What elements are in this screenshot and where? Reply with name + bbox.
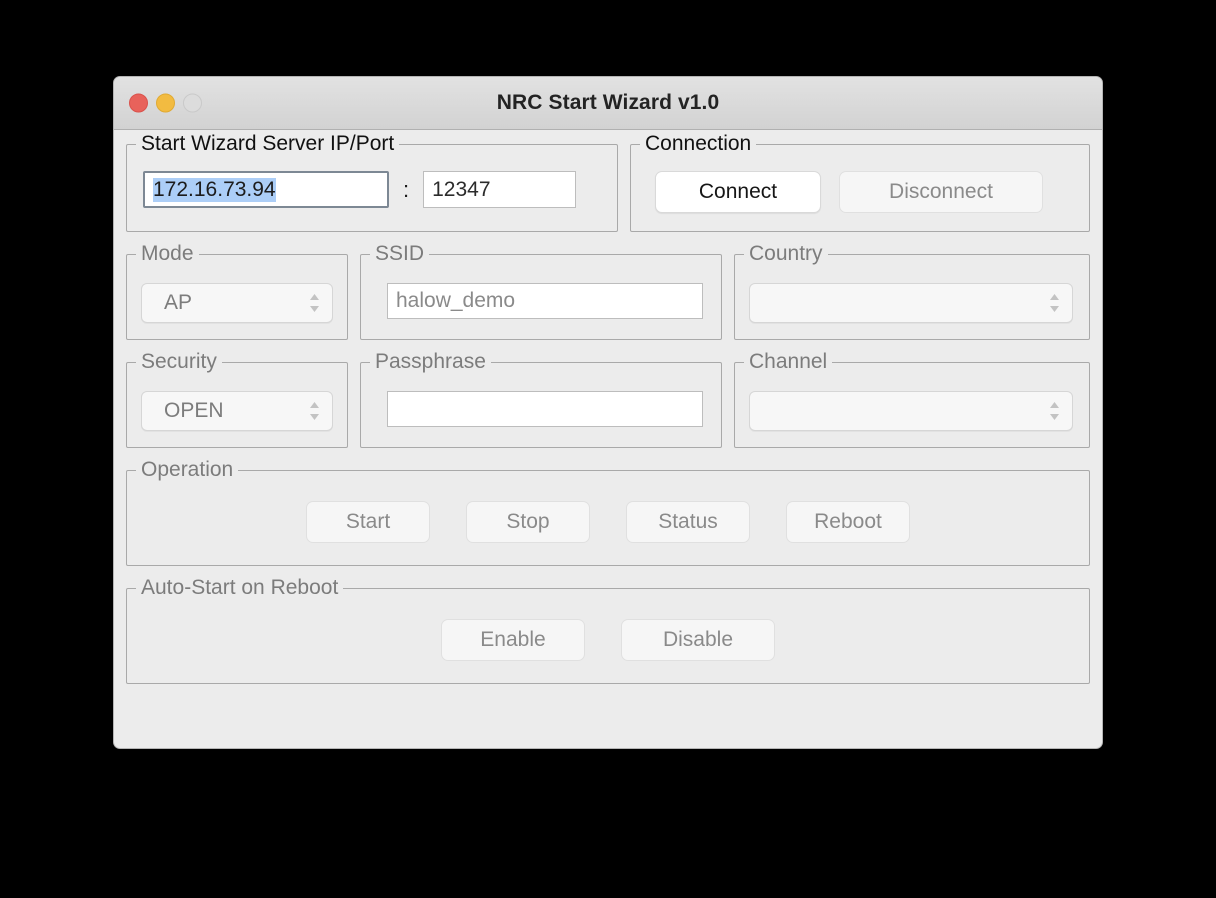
- chevron-updown-icon: [1050, 402, 1059, 420]
- mode-select-value: AP: [164, 291, 193, 314]
- app-window: NRC Start Wizard v1.0 Start Wizard Serve…: [113, 76, 1103, 749]
- server-group: Start Wizard Server IP/Port 172.16.73.94…: [126, 132, 618, 232]
- security-group-legend: Security: [136, 350, 222, 374]
- zoom-button: [183, 93, 202, 113]
- chevron-updown-icon: [1050, 294, 1059, 312]
- ssid-input-value: halow_demo: [396, 289, 516, 312]
- stop-button: Stop: [466, 501, 590, 543]
- operation-group: Operation Start Stop Status Reboot: [126, 458, 1090, 566]
- connect-button[interactable]: Connect: [655, 171, 821, 213]
- connection-group-legend: Connection: [640, 132, 757, 156]
- disable-button: Disable: [621, 619, 775, 661]
- ssid-group: SSID halow_demo: [360, 242, 722, 340]
- security-select: OPEN: [141, 391, 333, 431]
- mode-select: AP: [141, 283, 333, 323]
- passphrase-field: [361, 363, 721, 443]
- ssid-field: halow_demo: [361, 255, 721, 335]
- country-group-legend: Country: [744, 242, 828, 266]
- operation-buttons: Start Stop Status Reboot: [127, 471, 1089, 565]
- window-title: NRC Start Wizard v1.0: [496, 91, 720, 114]
- autostart-group-legend: Auto-Start on Reboot: [136, 576, 344, 600]
- security-select-value: OPEN: [164, 399, 224, 422]
- title-bar[interactable]: NRC Start Wizard v1.0: [114, 77, 1102, 130]
- mode-field: AP: [127, 255, 347, 339]
- row-mode-ssid-country: Mode AP SSID halow_demo Country: [126, 242, 1090, 340]
- row-autostart: Auto-Start on Reboot Enable Disable: [126, 576, 1090, 684]
- connection-buttons: Connect Disconnect: [631, 145, 1089, 231]
- country-field: [735, 255, 1089, 339]
- channel-select: [749, 391, 1073, 431]
- reboot-button: Reboot: [786, 501, 910, 543]
- operation-group-legend: Operation: [136, 458, 239, 482]
- passphrase-input: [387, 391, 703, 427]
- server-fields: 172.16.73.94 : 12347: [127, 145, 617, 226]
- start-button: Start: [306, 501, 430, 543]
- window-body: Start Wizard Server IP/Port 172.16.73.94…: [114, 130, 1102, 696]
- chevron-updown-icon: [310, 402, 319, 420]
- enable-button: Enable: [441, 619, 585, 661]
- country-group: Country: [734, 242, 1090, 340]
- disconnect-button: Disconnect: [839, 171, 1043, 213]
- server-group-legend: Start Wizard Server IP/Port: [136, 132, 400, 156]
- row-operation: Operation Start Stop Status Reboot: [126, 458, 1090, 566]
- channel-group-legend: Channel: [744, 350, 833, 374]
- channel-group: Channel: [734, 350, 1090, 448]
- passphrase-group-legend: Passphrase: [370, 350, 491, 374]
- autostart-buttons: Enable Disable: [127, 589, 1089, 683]
- mode-group: Mode AP: [126, 242, 348, 340]
- minimize-button[interactable]: [156, 93, 175, 113]
- ip-input[interactable]: 172.16.73.94: [143, 171, 389, 208]
- row-security-passphrase-channel: Security OPEN Passphrase Channel: [126, 350, 1090, 448]
- ip-port-separator: :: [403, 176, 410, 202]
- port-input[interactable]: 12347: [423, 171, 577, 208]
- ssid-group-legend: SSID: [370, 242, 430, 266]
- row-server-connection: Start Wizard Server IP/Port 172.16.73.94…: [126, 132, 1090, 232]
- chevron-updown-icon: [310, 294, 319, 312]
- port-input-value: 12347: [432, 177, 491, 201]
- security-group: Security OPEN: [126, 350, 348, 448]
- window-controls: [129, 93, 202, 113]
- channel-field: [735, 363, 1089, 447]
- mode-group-legend: Mode: [136, 242, 199, 266]
- close-button[interactable]: [129, 93, 148, 113]
- security-field: OPEN: [127, 363, 347, 447]
- ip-input-value: 172.16.73.94: [153, 177, 276, 202]
- passphrase-group: Passphrase: [360, 350, 722, 448]
- ssid-input: halow_demo: [387, 283, 703, 319]
- connection-group: Connection Connect Disconnect: [630, 132, 1090, 232]
- autostart-group: Auto-Start on Reboot Enable Disable: [126, 576, 1090, 684]
- status-button: Status: [626, 501, 750, 543]
- country-select: [749, 283, 1073, 323]
